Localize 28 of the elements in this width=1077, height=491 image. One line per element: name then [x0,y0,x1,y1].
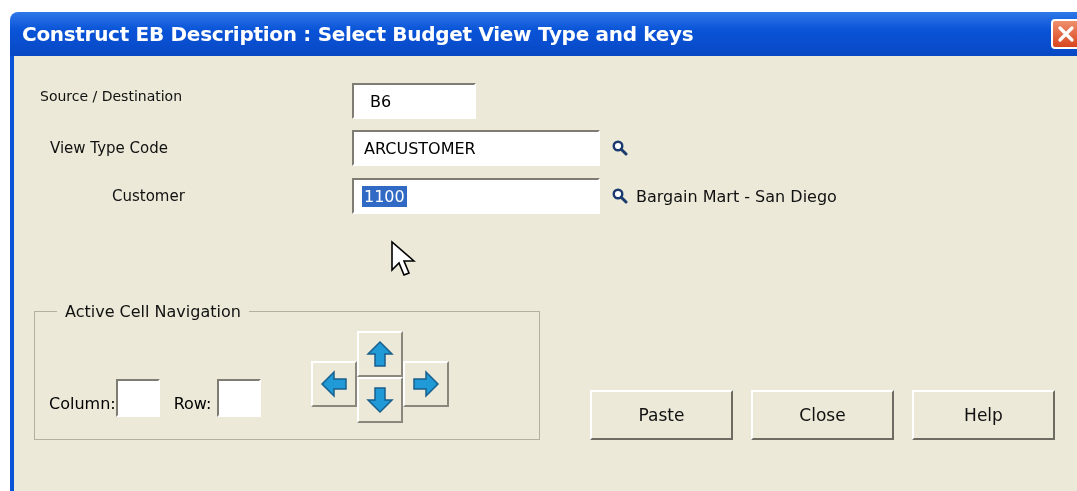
dialog-button[interactable]: Close [751,390,894,440]
search-icon[interactable] [612,140,628,156]
left-arrow-icon [319,369,350,399]
row-field[interactable] [217,379,262,417]
input-field[interactable]: ARCUSTOMER [352,130,600,166]
dialog-button[interactable]: Paste [590,390,733,440]
input-field[interactable]: B6 [352,83,476,119]
input-field[interactable]: 1100 [352,178,600,214]
row-label: Row: [173,394,212,415]
column-field[interactable] [115,379,160,417]
field-label: Source / Destination [39,88,184,104]
field-label: View Type Code [49,139,169,157]
down-arrow-icon [365,385,396,415]
window-title: Construct EB Description : Select Budget View Type and keys [22,22,694,46]
dialog-button[interactable]: Help [912,390,1055,440]
mouse-pointer-icon [390,240,416,278]
group-title: Active Cell Navigation [64,302,242,321]
right-arrow-icon [411,369,442,399]
right-arrow-button[interactable] [403,361,450,407]
close-icon[interactable] [1051,19,1077,49]
search-icon[interactable] [612,188,628,204]
up-arrow-icon [365,339,396,369]
customer-name: Bargain Mart - San Diego [636,186,837,206]
field-label: Customer [111,187,186,205]
column-label: Column: [49,394,116,415]
up-arrow-button[interactable] [357,331,404,377]
left-arrow-button[interactable] [311,361,358,407]
down-arrow-button[interactable] [357,377,404,423]
